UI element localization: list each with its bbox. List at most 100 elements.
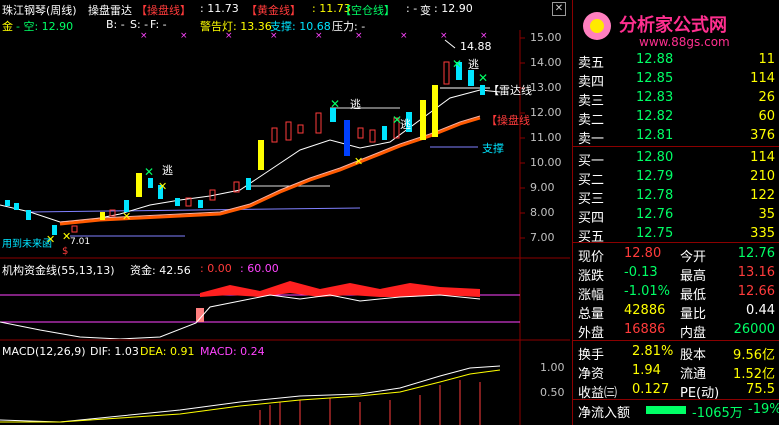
bid-volume: 210 <box>750 169 775 184</box>
macd-axis-tick: 1.00 <box>540 361 565 374</box>
svg-text:✕: ✕ <box>478 71 488 85</box>
price-tick: 14.00 <box>530 56 562 69</box>
net-inflow-bar <box>646 406 686 414</box>
svg-text:✕: ✕ <box>122 210 131 223</box>
stat-row: 涨跌 -0.13 最高 13.16 <box>572 263 779 284</box>
bid-row: 买五 12.75 335 <box>572 224 779 245</box>
stat-value: 75.5 <box>746 382 775 397</box>
bid-price: 12.79 <box>636 169 674 184</box>
buy-mark: $ <box>62 246 69 257</box>
escape-label: 逃 <box>400 118 411 131</box>
bid-row: 买三 12.78 122 <box>572 186 779 207</box>
bid-price: 12.76 <box>636 207 674 222</box>
stat-value: 26000 <box>733 322 775 337</box>
svg-text:×: × <box>355 31 363 41</box>
stat-row: 换手 2.81% 股本 9.56亿 <box>572 342 779 363</box>
stat-value: 1.94 <box>632 363 661 378</box>
fund-v2: : 60.00 <box>240 262 279 275</box>
stat-value: 12.66 <box>737 284 775 299</box>
stat-row: 外盘 16886 内盘 26000 <box>572 320 779 341</box>
svg-text:分析家公式网: 分析家公式网 <box>619 14 727 36</box>
stat-row: 收益㈢ 0.127 PE(动) 75.5 <box>572 380 779 401</box>
stat-value: 0.44 <box>746 303 775 318</box>
ask-label: 卖一 <box>578 132 605 147</box>
quote-panel: 分析家公式网 www.88gs.com 卖五 12.88 11 卖四 12.85 114 卖… <box>572 0 779 425</box>
ask-row: 卖四 12.85 114 <box>572 69 779 90</box>
price-tick: 10.00 <box>530 156 562 169</box>
stat-label: 外盘 <box>578 326 605 341</box>
ask-row: 卖一 12.81 376 <box>572 126 779 147</box>
ask-row: 卖五 12.88 11 <box>572 50 779 71</box>
escape-label: 逃 <box>350 98 361 111</box>
stat-value: 2.81% <box>632 344 674 359</box>
ask-volume: 11 <box>758 52 775 67</box>
svg-text:✕: ✕ <box>354 155 363 168</box>
stat-row: 涨幅 -1.01% 最低 12.66 <box>572 282 779 303</box>
stat-row: 总量 42886 量比 0.44 <box>572 301 779 322</box>
ask-price: 12.81 <box>636 128 674 143</box>
ask-row: 卖三 12.83 26 <box>572 88 779 109</box>
escape-label: 逃 <box>162 164 173 177</box>
ask-price: 12.85 <box>636 71 674 86</box>
net-inflow-row: 净流入额 -1065万 -19% <box>572 400 779 421</box>
net-inflow-label: 净流入额 <box>578 406 631 421</box>
bid-price: 12.78 <box>636 188 674 203</box>
high-price-label: 14.88 <box>460 40 492 53</box>
ask-price: 12.88 <box>636 52 674 67</box>
future-function-note: 用到未来函 <box>2 239 52 250</box>
svg-text:×: × <box>315 31 323 41</box>
svg-text:✕: ✕ <box>144 165 154 179</box>
price-tick: 7.00 <box>530 231 555 244</box>
radar-line-label: 【雷达线 <box>488 84 532 97</box>
price-tick: 12.00 <box>530 106 562 119</box>
stat-value: -1.01% <box>624 284 670 299</box>
bid-volume: 335 <box>750 226 775 241</box>
svg-text:✕: ✕ <box>158 180 167 193</box>
ask-volume: 26 <box>758 90 775 105</box>
svg-text:✕: ✕ <box>452 57 462 71</box>
price-tick: 9.00 <box>530 181 555 194</box>
bid-row: 买二 12.79 210 <box>572 167 779 188</box>
ask-price: 12.82 <box>636 109 674 124</box>
stat-value: 0.127 <box>632 382 670 397</box>
low-price-label: 7.01 <box>70 237 91 247</box>
svg-text:×: × <box>180 31 188 41</box>
stat-label: 内盘 <box>680 326 707 341</box>
stat-value: 16886 <box>624 322 666 337</box>
bid-row: 买一 12.80 114 <box>572 148 779 169</box>
ask-volume: 60 <box>758 109 775 124</box>
fund-v1: : 0.00 <box>200 262 232 275</box>
fund-chart[interactable] <box>0 275 520 339</box>
ask-price: 12.83 <box>636 90 674 105</box>
price-tick: 13.00 <box>530 81 562 94</box>
bid-price: 12.80 <box>636 150 674 165</box>
price-tick: 11.00 <box>530 131 562 144</box>
stat-value: -0.13 <box>624 265 658 280</box>
bid-volume: 122 <box>750 188 775 203</box>
svg-text:✕: ✕ <box>330 97 340 111</box>
macd-chart[interactable] <box>0 340 520 425</box>
bid-volume: 114 <box>750 150 775 165</box>
macd-axis-tick: 0.50 <box>540 386 565 399</box>
chart-area[interactable]: 珠江钢琴(周线) 操盘雷达 【操盘线】 : 11.73 【黄金线】 : 11.7… <box>0 0 570 425</box>
site-logo: 分析家公式网 www.88gs.com <box>583 12 730 49</box>
net-inflow-pct: -19% <box>748 402 779 417</box>
svg-text:www.88gs.com: www.88gs.com <box>639 35 730 49</box>
svg-text:×: × <box>400 31 408 41</box>
ask-volume: 376 <box>750 128 775 143</box>
svg-text:×: × <box>440 31 448 41</box>
bid-row: 买四 12.76 35 <box>572 205 779 226</box>
svg-text:×: × <box>225 31 233 41</box>
price-tick: 8.00 <box>530 206 555 219</box>
stat-value: 13.16 <box>737 265 775 280</box>
svg-text:×: × <box>140 31 148 41</box>
svg-text:×: × <box>270 31 278 41</box>
stat-value: 12.76 <box>737 246 775 261</box>
stat-value: 12.80 <box>624 246 662 261</box>
escape-label: 逃 <box>468 58 479 71</box>
price-tick: 15.00 <box>530 31 562 44</box>
bid-volume: 35 <box>758 207 775 222</box>
stat-row: 现价 12.80 今开 12.76 <box>572 244 779 265</box>
stat-value: 42886 <box>624 303 666 318</box>
bid-price: 12.75 <box>636 226 674 241</box>
